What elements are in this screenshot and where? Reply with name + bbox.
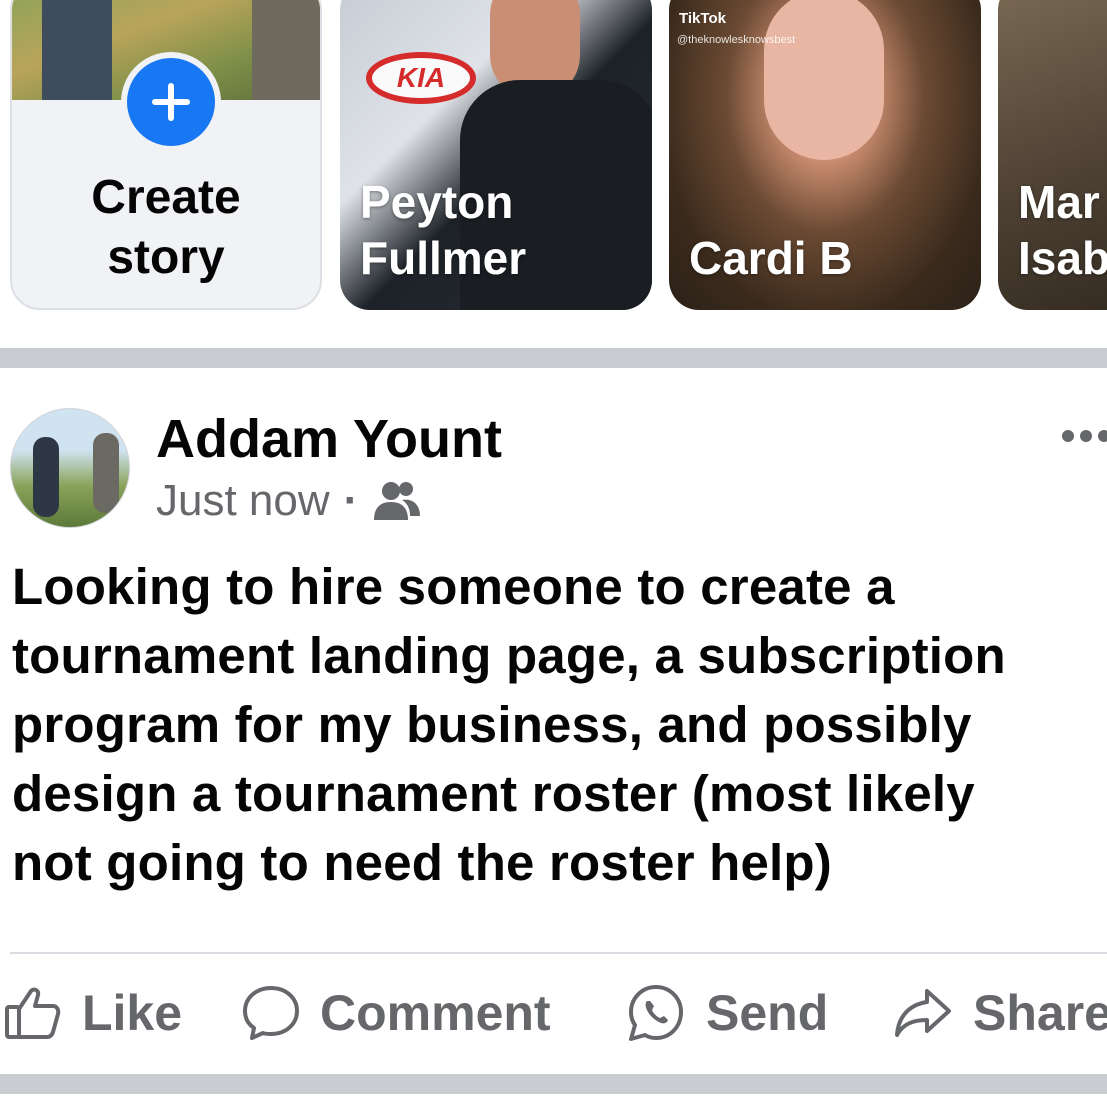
- create-story-card[interactable]: Create story: [10, 0, 322, 310]
- share-arrow-icon: [895, 989, 951, 1037]
- story-card[interactable]: Mar Isab: [998, 0, 1107, 310]
- post-timestamp[interactable]: Just now: [156, 476, 330, 526]
- section-divider: [0, 348, 1107, 368]
- post-author-name[interactable]: Addam Yount: [156, 408, 502, 470]
- send-label: Send: [706, 985, 829, 1041]
- meta-separator: ·: [343, 476, 359, 525]
- tiktok-handle: @theknowlesknowsbest: [677, 34, 796, 46]
- comment-button[interactable]: Comment: [242, 968, 551, 1058]
- more-options-icon[interactable]: [1058, 426, 1107, 446]
- share-label: Share: [973, 985, 1107, 1041]
- add-story-button[interactable]: [121, 52, 221, 152]
- friends-icon: [374, 482, 421, 520]
- avatar[interactable]: [10, 408, 130, 528]
- post-action-bar: Like Comment Send Share: [0, 968, 1107, 1058]
- comment-icon: [243, 986, 299, 1040]
- plus-icon: [152, 83, 190, 121]
- like-button[interactable]: Like: [4, 968, 182, 1058]
- section-divider: [0, 1074, 1107, 1094]
- tiktok-watermark: TikTok: [679, 10, 726, 27]
- thumbs-up-icon: [5, 987, 61, 1039]
- create-story-label: Create story: [91, 171, 241, 284]
- story-card[interactable]: TikTok @theknowlesknowsbest Cardi B: [669, 0, 981, 310]
- story-author-name: Peyton Fullmer: [360, 176, 527, 284]
- post-text: Looking to hire someone to create a tour…: [12, 558, 1006, 891]
- share-button[interactable]: Share: [893, 968, 1107, 1058]
- post-header: Addam Yount Just now ·: [0, 368, 1107, 538]
- story-author-name: Cardi B: [689, 232, 853, 284]
- post-meta: Just now ·: [156, 476, 422, 526]
- send-button[interactable]: Send: [626, 968, 828, 1058]
- story-author-name: Mar Isab: [1018, 176, 1107, 284]
- whatsapp-icon: [629, 985, 683, 1041]
- like-label: Like: [82, 985, 183, 1041]
- story-card[interactable]: KIA Peyton Fullmer: [340, 0, 652, 310]
- kia-logo: KIA: [366, 52, 476, 104]
- comment-label: Comment: [320, 985, 551, 1041]
- actions-divider: [10, 952, 1107, 954]
- stories-tray: Create story KIA Peyton Fullmer TikTok @…: [0, 0, 1107, 348]
